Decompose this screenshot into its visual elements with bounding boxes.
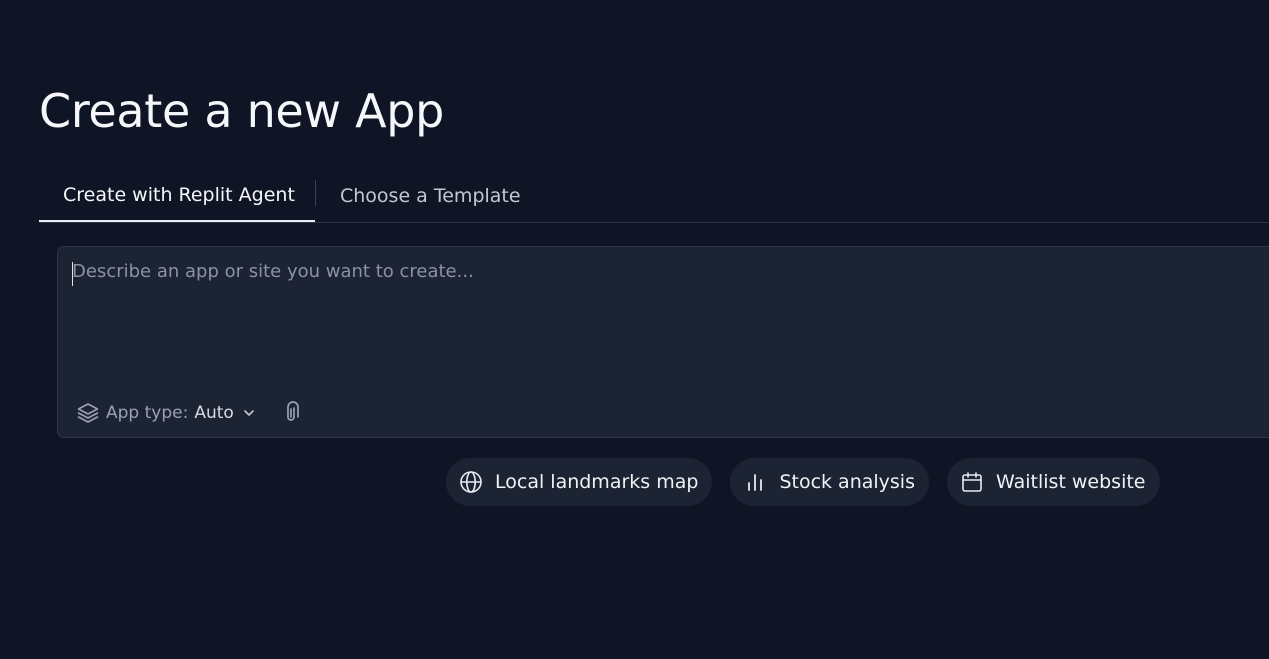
suggestion-waitlist-website[interactable]: Waitlist website [947, 458, 1160, 506]
page-title: Create a new App [39, 84, 445, 138]
calendar-icon [960, 470, 984, 494]
suggestion-stock-analysis[interactable]: Stock analysis [730, 458, 929, 506]
tab-create-with-agent[interactable]: Create with Replit Agent [39, 170, 315, 222]
app-type-dropdown[interactable]: App type: Auto [76, 399, 256, 427]
tab-bar: Create with Replit Agent Choose a Templa… [39, 170, 1269, 223]
suggestion-chips: Local landmarks map Stock analysis Waitl… [446, 458, 1160, 506]
chevron-down-icon [242, 406, 256, 420]
suggestion-label: Stock analysis [779, 471, 915, 493]
text-caret [72, 262, 73, 286]
prompt-box: App type: Auto [57, 246, 1269, 438]
globe-icon [459, 470, 483, 494]
layers-icon [76, 401, 100, 425]
tab-label: Create with Replit Agent [63, 184, 295, 206]
suggestion-label: Local landmarks map [495, 471, 699, 493]
suggestion-local-landmarks-map[interactable]: Local landmarks map [446, 458, 713, 506]
bar-chart-icon [743, 470, 767, 494]
tab-divider [315, 180, 316, 206]
create-app-page: Create a new App Create with Replit Agen… [0, 0, 1269, 659]
prompt-input[interactable] [72, 261, 1252, 371]
paperclip-icon [280, 401, 302, 425]
app-type-label: App type: [106, 403, 189, 423]
attach-button[interactable] [280, 399, 302, 427]
tab-label: Choose a Template [340, 184, 521, 207]
tab-choose-template[interactable]: Choose a Template [340, 170, 521, 221]
suggestion-label: Waitlist website [996, 471, 1146, 493]
prompt-footer: App type: Auto [76, 399, 302, 427]
app-type-value: Auto [194, 403, 234, 423]
